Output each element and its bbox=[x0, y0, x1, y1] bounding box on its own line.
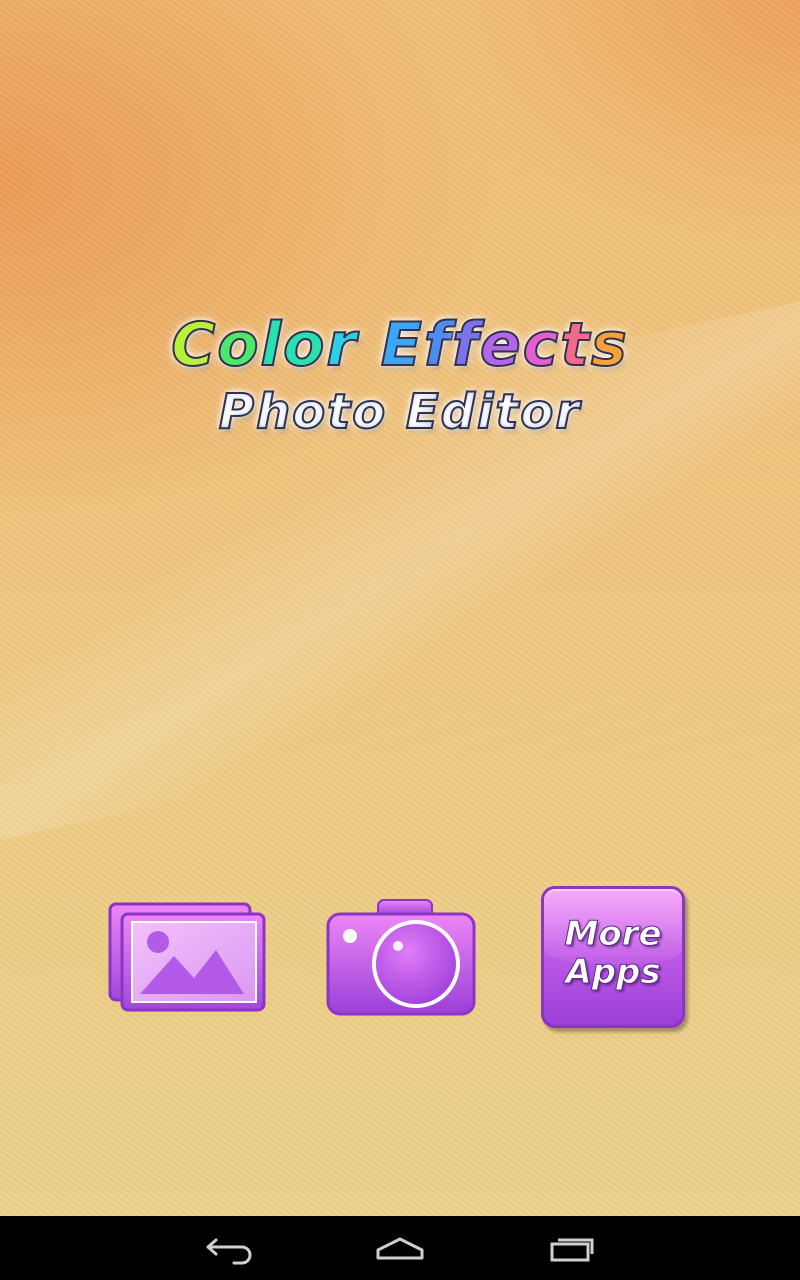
app-title: Color Effects Photo Editor bbox=[0, 300, 800, 442]
title-glyph: o bbox=[216, 309, 261, 381]
gallery-icon bbox=[108, 902, 266, 1012]
title-glyph: f bbox=[423, 309, 452, 381]
nav-home-button[interactable] bbox=[364, 1228, 436, 1268]
title-glyph: t bbox=[559, 309, 592, 381]
title-glyph: o bbox=[282, 309, 327, 381]
textured-background bbox=[0, 0, 800, 1216]
title-color-effects: Color Effects bbox=[0, 300, 800, 390]
title-glyph: s bbox=[590, 309, 629, 381]
title-glyph: c bbox=[522, 309, 561, 381]
more-apps-button[interactable]: More Apps bbox=[541, 886, 685, 1028]
title-glyph: C bbox=[170, 309, 218, 381]
title-glyph: f bbox=[451, 309, 481, 381]
system-nav-bar bbox=[0, 1216, 800, 1280]
nav-recents-button[interactable] bbox=[536, 1228, 608, 1268]
title-glyph: l bbox=[260, 309, 284, 381]
camera-button[interactable] bbox=[324, 896, 478, 1022]
more-apps-label-line1: More bbox=[564, 914, 662, 954]
title-photo-editor: Photo Editor bbox=[0, 382, 800, 442]
home-icon bbox=[376, 1237, 424, 1260]
camera-icon bbox=[326, 899, 476, 1016]
more-apps-label-line2: Apps bbox=[565, 952, 661, 992]
gallery-button[interactable] bbox=[104, 898, 272, 1016]
title-glyph: e bbox=[479, 309, 523, 381]
title-glyph bbox=[358, 310, 381, 380]
title-glyph: r bbox=[325, 309, 358, 381]
title-glyph: E bbox=[380, 309, 424, 381]
nav-back-button[interactable] bbox=[194, 1228, 266, 1268]
recents-icon bbox=[550, 1238, 594, 1262]
app-screen: Color Effects Photo Editor More Apps bbox=[0, 0, 800, 1280]
more-apps-label: More Apps bbox=[544, 914, 682, 992]
back-icon bbox=[206, 1238, 252, 1265]
